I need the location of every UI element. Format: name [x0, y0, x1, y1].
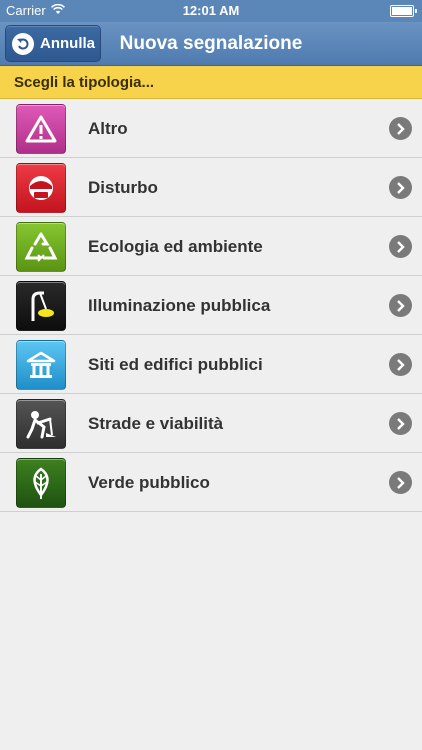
status-bar: Carrier 12:01 AM — [0, 0, 422, 22]
page-title: Nuova segnalazione — [119, 33, 303, 54]
chevron-right-circle-icon[interactable] — [389, 235, 412, 258]
list-item-label: Disturbo — [88, 178, 158, 197]
list-item-label: Verde pubblico — [88, 473, 210, 492]
chevron-right-circle-icon[interactable] — [389, 176, 412, 199]
list-item-altro[interactable]: Altro — [0, 99, 422, 158]
leaf-icon — [16, 458, 66, 508]
battery-icon — [390, 5, 417, 17]
public-building-icon — [16, 340, 66, 390]
list-item-label: Altro — [88, 119, 128, 138]
chevron-right-circle-icon[interactable] — [389, 117, 412, 140]
list-item-label: Siti ed edifici pubblici — [88, 355, 263, 374]
list-item-disturbo[interactable]: Disturbo — [0, 158, 422, 217]
list-item-siti-edifici[interactable]: Siti ed edifici pubblici — [0, 335, 422, 394]
list-item-label: Illuminazione pubblica — [88, 296, 271, 315]
chevron-right-circle-icon[interactable] — [389, 471, 412, 494]
chevron-right-circle-icon[interactable] — [389, 294, 412, 317]
warning-triangle-icon — [16, 104, 66, 154]
chevron-right-circle-icon[interactable] — [389, 353, 412, 376]
list-item-ecologia[interactable]: Ecologia ed ambiente — [0, 217, 422, 276]
list-item-strade[interactable]: Strade e viabilità — [0, 394, 422, 453]
recycle-icon — [16, 222, 66, 272]
list-item-verde[interactable]: Verde pubblico — [0, 453, 422, 512]
status-time: 12:01 AM — [182, 3, 240, 18]
road-worker-icon — [16, 399, 66, 449]
section-header: Scegli la tipologia... — [0, 66, 422, 99]
street-lamp-icon — [16, 281, 66, 331]
police-helmet-icon — [16, 163, 66, 213]
cancel-button[interactable]: Annulla — [5, 25, 101, 62]
cancel-button-label: Annulla — [40, 35, 95, 52]
list-item-label: Ecologia ed ambiente — [88, 237, 263, 256]
chevron-right-circle-icon[interactable] — [389, 412, 412, 435]
list-item-label: Strade e viabilità — [88, 414, 224, 433]
list-item-illuminazione[interactable]: Illuminazione pubblica — [0, 276, 422, 335]
nav-bar: Annulla Nuova segnalazione — [0, 22, 422, 66]
category-list: Altro Disturbo Ecologia ed ambiente Illu… — [0, 99, 422, 512]
undo-arrow-icon — [12, 32, 34, 55]
